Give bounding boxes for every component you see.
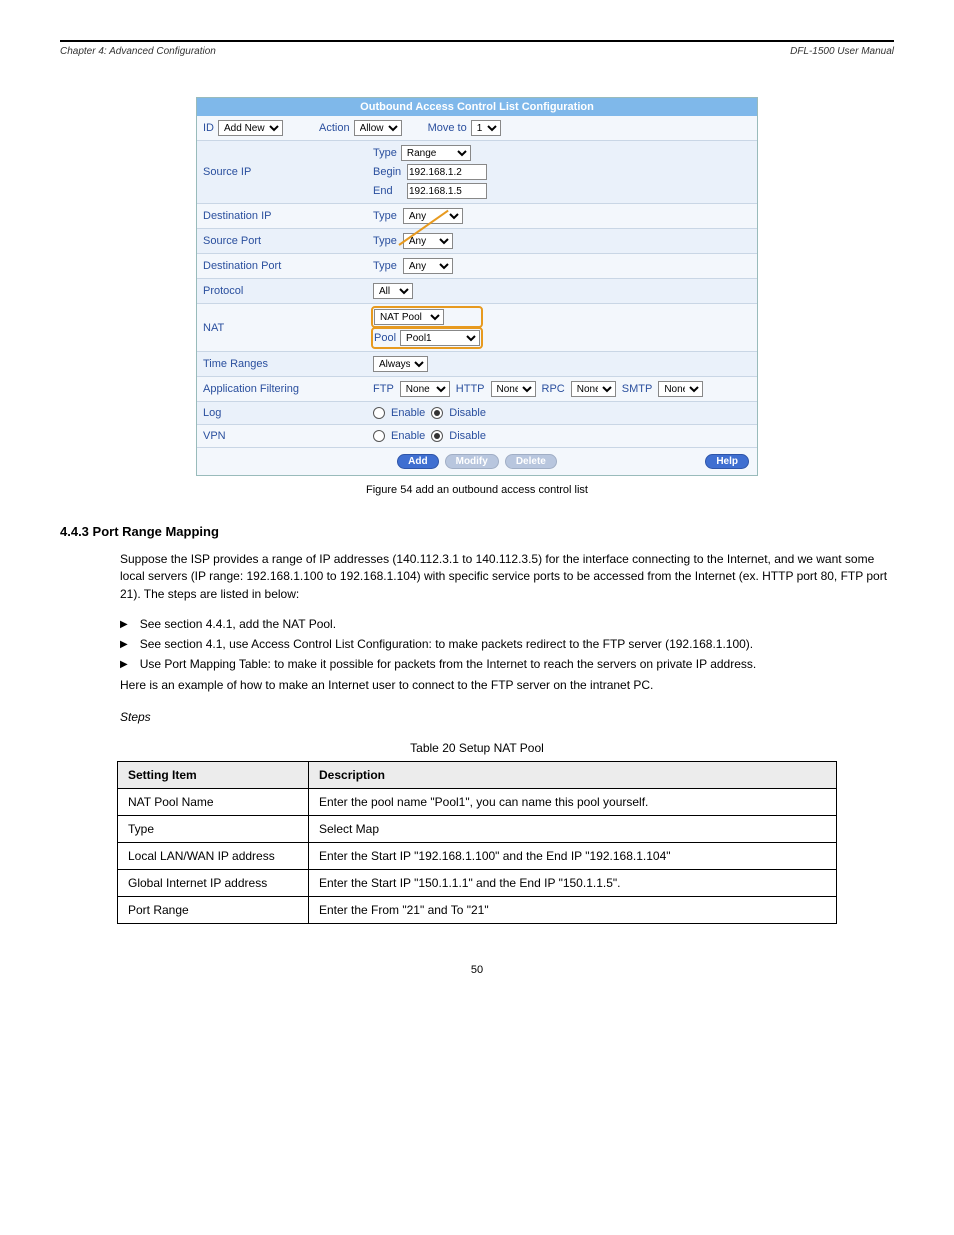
panel-title: Outbound Access Control List Configurati… xyxy=(197,98,757,116)
triangle-icon: ▶ xyxy=(120,637,128,653)
triangle-icon: ▶ xyxy=(120,657,128,673)
triangle-icon: ▶ xyxy=(120,617,128,633)
figure-caption: Figure 54 add an outbound access control… xyxy=(60,484,894,496)
app-smtp-select[interactable]: None xyxy=(658,381,703,397)
action-select[interactable]: Allow xyxy=(354,120,402,136)
modify-button[interactable]: Modify xyxy=(445,454,499,469)
delete-button[interactable]: Delete xyxy=(505,454,557,469)
nat-mode-select[interactable]: NAT Pool xyxy=(374,309,444,325)
bullet-item: ▶ See section 4.1, use Access Control Li… xyxy=(60,637,894,653)
protocol-select[interactable]: All xyxy=(373,283,413,299)
table-row: Global Internet IP address Enter the Sta… xyxy=(118,870,837,897)
th-setting-item: Setting Item xyxy=(118,762,309,789)
source-ip-begin[interactable] xyxy=(407,164,487,180)
table-caption: Table 20 Setup NAT Pool xyxy=(60,740,894,757)
page-header: Chapter 4: Advanced Configuration DFL-15… xyxy=(60,46,894,57)
bullet-item: ▶ Use Port Mapping Table: to make it pos… xyxy=(60,657,894,673)
table-row: NAT Pool Name Enter the pool name "Pool1… xyxy=(118,789,837,816)
page-number: 50 xyxy=(60,964,894,976)
source-ip-type[interactable]: Range xyxy=(401,145,471,161)
th-description: Description xyxy=(309,762,837,789)
header-right: DFL-1500 User Manual xyxy=(790,46,894,57)
table-row: Port Range Enter the From "21" and To "2… xyxy=(118,897,837,924)
move-to-label: Move to xyxy=(428,122,467,134)
section-heading: 4.4.3 Port Range Mapping xyxy=(60,524,894,539)
action-label: Action xyxy=(319,122,350,134)
add-button[interactable]: Add xyxy=(397,454,438,469)
time-ranges-select[interactable]: Always xyxy=(373,356,428,372)
example-intro: Here is an example of how to make an Int… xyxy=(60,677,894,694)
move-to-select[interactable]: 1 xyxy=(471,120,501,136)
app-ftp-select[interactable]: None xyxy=(400,381,450,397)
table-row: Type Select Map xyxy=(118,816,837,843)
table-row: Local LAN/WAN IP address Enter the Start… xyxy=(118,843,837,870)
app-rpc-select[interactable]: None xyxy=(571,381,616,397)
dest-ip-type[interactable]: Any xyxy=(403,208,463,224)
source-ip-end[interactable] xyxy=(407,183,487,199)
header-left: Chapter 4: Advanced Configuration xyxy=(60,46,216,57)
row-label-source-ip: Source IP xyxy=(197,162,367,182)
acl-config-figure: Outbound Access Control List Configurati… xyxy=(196,97,758,476)
nat-pool-select[interactable]: Pool1 xyxy=(400,330,480,346)
help-button[interactable]: Help xyxy=(705,454,749,469)
section-intro: Suppose the ISP provides a range of IP a… xyxy=(60,551,894,603)
steps-heading: Steps xyxy=(60,709,894,726)
dest-port-type[interactable]: Any xyxy=(403,258,453,274)
vpn-enable-radio[interactable] xyxy=(373,430,385,442)
nat-pool-table: Setting Item Description NAT Pool Name E… xyxy=(117,761,837,924)
id-select[interactable]: Add New xyxy=(218,120,283,136)
app-http-select[interactable]: None xyxy=(491,381,536,397)
vpn-disable-radio[interactable] xyxy=(431,430,443,442)
bullet-item: ▶ See section 4.4.1, add the NAT Pool. xyxy=(60,617,894,633)
id-label: ID xyxy=(203,122,214,134)
source-port-type[interactable]: Any xyxy=(403,233,453,249)
log-disable-radio[interactable] xyxy=(431,407,443,419)
log-enable-radio[interactable] xyxy=(373,407,385,419)
